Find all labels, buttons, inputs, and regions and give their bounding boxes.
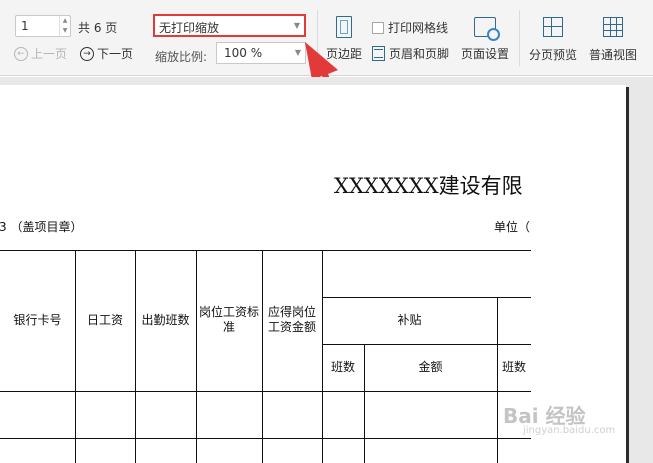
- header-subsidy: 补贴: [397, 313, 422, 327]
- page-setup-button[interactable]: 页面设置: [458, 17, 512, 62]
- prev-page-label: 上一页: [31, 47, 68, 61]
- spin-down-icon[interactable]: ▼: [60, 26, 70, 36]
- chevron-down-icon: ▼: [293, 21, 300, 30]
- next-page-label: 下一页: [97, 47, 134, 61]
- spin-up-icon[interactable]: ▲: [60, 16, 70, 26]
- page-number-value: 1: [21, 19, 29, 33]
- arrow-left-icon: ←: [14, 46, 28, 61]
- page-break-preview-label: 分页预览: [528, 48, 577, 62]
- header-bank-card: 银行卡号: [13, 313, 62, 327]
- table-line: [0, 391, 531, 392]
- page-setup-icon: [474, 17, 500, 41]
- arrow-right-icon: →: [80, 46, 94, 61]
- table-line: [135, 250, 136, 463]
- header-footer-label: 页眉和页脚: [389, 47, 450, 61]
- header-shifts-2: 班数: [501, 360, 526, 374]
- checkbox-icon[interactable]: [372, 21, 384, 34]
- page-margin-icon: [336, 16, 352, 38]
- table-line: [497, 297, 498, 463]
- table-line: [262, 250, 263, 463]
- table-line: [322, 297, 531, 298]
- page-setup-label: 页面设置: [460, 47, 509, 61]
- table-line: [196, 250, 197, 463]
- normal-view-button[interactable]: 普通视图: [587, 17, 639, 63]
- total-pages-label: 共 6 页: [78, 21, 118, 35]
- header-amount: 金额: [418, 360, 443, 374]
- table-line: [322, 250, 323, 463]
- table-line: [0, 250, 531, 251]
- normal-view-label: 普通视图: [588, 48, 637, 62]
- print-gridlines-checkbox[interactable]: 打印网格线: [372, 19, 448, 36]
- watermark-url: jingyan.baidu.com: [523, 425, 616, 436]
- zoom-label: 缩放比例:: [155, 50, 208, 64]
- header-post-wage-standard: 岗位工资标准: [198, 305, 259, 334]
- zoom-value: 100 %: [224, 46, 263, 60]
- header-attendance: 出勤班数: [141, 313, 190, 327]
- stamp-note: 3 （盖项目章）: [0, 220, 83, 234]
- page-break-preview-icon: [543, 17, 563, 37]
- prev-page-button[interactable]: ← 上一页: [14, 45, 67, 62]
- page-number-input[interactable]: 1 ▲ ▼: [15, 15, 71, 37]
- header-daily-wage: 日工资: [86, 313, 123, 327]
- next-page-button[interactable]: → 下一页: [80, 45, 133, 62]
- payroll-table: 银行卡号 日工资 出勤班数 岗位工资标准 应得岗位工资金额 补贴 班数 金额 班…: [0, 250, 531, 463]
- print-gridlines-label: 打印网格线: [388, 21, 449, 35]
- document-title: XXXXXXX建设有限: [334, 174, 523, 198]
- scale-mode-select[interactable]: 无打印缩放 ▼: [153, 14, 306, 37]
- page-break-preview-button[interactable]: 分页预览: [527, 17, 579, 63]
- normal-view-icon: [603, 17, 623, 37]
- scale-mode-value: 无打印缩放: [159, 21, 220, 35]
- page-spinner[interactable]: ▲ ▼: [59, 16, 70, 36]
- table-line: [0, 438, 531, 439]
- zoom-select[interactable]: 100 % ▼: [216, 42, 306, 64]
- unit-note: 单位（: [494, 220, 531, 234]
- table-line: [322, 344, 531, 345]
- table-line: [75, 250, 76, 463]
- header-footer-button[interactable]: 页眉和页脚: [372, 45, 449, 62]
- header-footer-icon: [372, 46, 385, 61]
- header-shifts: 班数: [330, 360, 355, 374]
- header-payable-post-wage: 应得岗位工资金额: [267, 305, 316, 334]
- divider: [519, 10, 520, 66]
